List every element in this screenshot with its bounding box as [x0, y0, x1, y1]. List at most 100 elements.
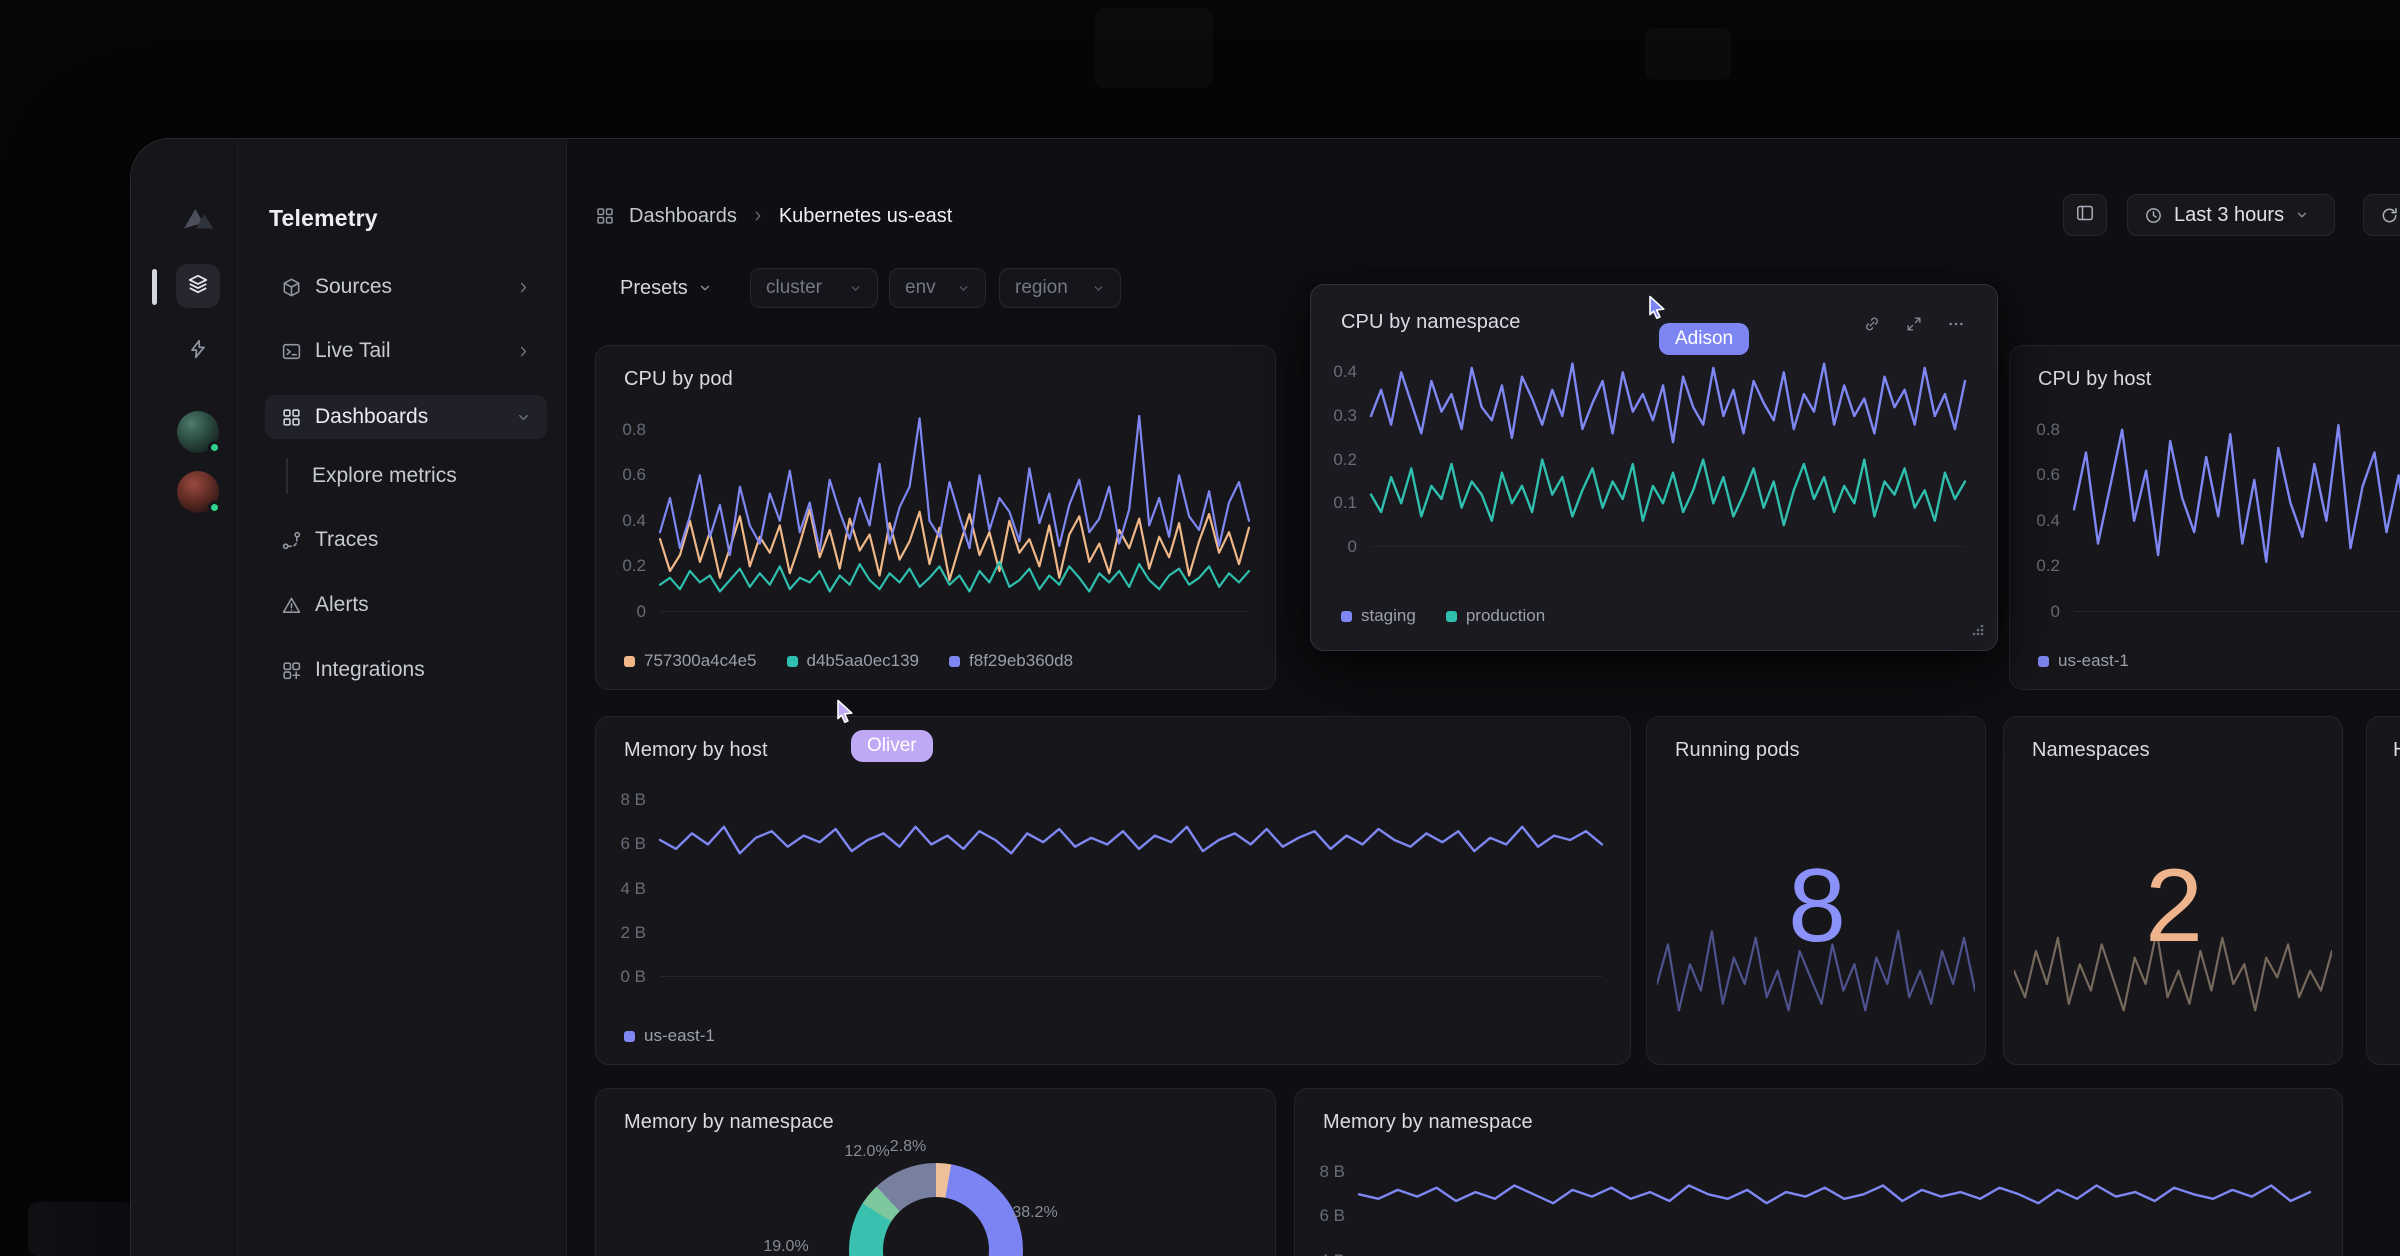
refresh-button[interactable]: [2363, 194, 2400, 236]
cpu-by-namespace-chart[interactable]: 0.40.30.20.10: [1371, 357, 1965, 547]
legend-item[interactable]: staging: [1341, 606, 1416, 626]
legend-item[interactable]: 757300a4c4e5: [624, 651, 757, 671]
cursor-arrow-icon: [838, 701, 852, 723]
panel-running-pods[interactable]: Running pods 8: [1646, 716, 1986, 1065]
panel-cpu-by-namespace-dragging[interactable]: CPU by namespace 0.40.30.20.10 staging pr…: [1310, 284, 1998, 651]
memory-by-host-chart[interactable]: 8 B6 B4 B2 B0 B: [660, 787, 1602, 977]
chevron-right-icon: [516, 280, 531, 295]
sidebar-item-sources[interactable]: Sources: [265, 265, 547, 309]
chevron-right-icon: [516, 344, 531, 359]
avatar-user-1[interactable]: [177, 411, 219, 453]
cursor-name-badge: Oliver: [851, 730, 933, 762]
cube-icon: [281, 277, 302, 298]
axis-tick-label: 0.4: [622, 511, 646, 531]
cpu-by-host-chart[interactable]: 0.80.60.40.20: [2074, 416, 2400, 612]
breadcrumb-current-page: Kubernetes us-east: [779, 205, 952, 228]
rail-sources-button[interactable]: [176, 264, 220, 308]
sidebar-item-explore-metrics[interactable]: Explore metrics: [265, 454, 547, 498]
presets-dropdown[interactable]: Presets: [620, 267, 712, 309]
legend-item[interactable]: us-east-1: [624, 1026, 715, 1046]
sidebar-item-traces[interactable]: Traces: [265, 518, 547, 562]
panel-title: Memory by namespace: [1323, 1111, 1533, 1134]
legend-item[interactable]: production: [1446, 606, 1545, 626]
donut-slice-label: 2.8%: [890, 1138, 926, 1156]
chevron-down-icon: [957, 282, 970, 295]
axis-tick-label: 2 B: [620, 923, 646, 943]
panel-title: CPU by pod: [624, 368, 733, 391]
axis-tick-label: 0.3: [1333, 406, 1357, 426]
chevron-down-icon: [2295, 208, 2309, 222]
background-window-ghost: [28, 1202, 138, 1256]
cpu-by-pod-legend[interactable]: 757300a4c4e5 d4b5aa0ec139 f8f29eb360d8: [624, 651, 1073, 671]
workspace-title: Telemetry: [269, 205, 378, 232]
panel-memory-by-host[interactable]: Memory by host 8 B6 B4 B2 B0 B us-east-1: [595, 716, 1631, 1065]
chip-label: cluster: [766, 277, 822, 299]
panel-cpu-by-host[interactable]: CPU by host 0.80.60.40.20 us-east-1: [2009, 345, 2400, 690]
panel-title: Running pods: [1675, 739, 1800, 762]
sidebar: Telemetry Sources Live Tail Dashboards: [131, 139, 567, 1256]
axis-tick-label: 0.1: [1333, 493, 1357, 513]
chevron-down-icon: [849, 282, 862, 295]
collaborator-cursor-adison: Adison: [1646, 294, 1674, 322]
axis-tick-label: 0: [2051, 602, 2060, 622]
memory-by-namespace-chart[interactable]: 8 B6 B4 B2 B0 B: [1359, 1159, 2310, 1256]
legend-item[interactable]: us-east-1: [2038, 651, 2129, 671]
legend-item[interactable]: f8f29eb360d8: [949, 651, 1073, 671]
panel-title: Namespaces: [2032, 739, 2150, 762]
terminal-icon: [281, 341, 302, 362]
axis-tick-label: 0.8: [622, 420, 646, 440]
memory-by-host-legend[interactable]: us-east-1: [624, 1026, 715, 1046]
time-range-label: Last 3 hours: [2174, 204, 2284, 227]
breadcrumb-dashboards-link[interactable]: Dashboards: [629, 205, 737, 228]
app-logo-icon: [180, 199, 218, 237]
axis-tick-label: 0.2: [1333, 450, 1357, 470]
filter-chip-cluster[interactable]: cluster: [750, 268, 878, 308]
refresh-icon: [2380, 206, 2399, 225]
resize-grip-icon[interactable]: [1971, 623, 1985, 642]
filter-chip-region[interactable]: region: [999, 268, 1121, 308]
panel-title: CPU by namespace: [1341, 311, 1520, 334]
axis-tick-label: 0.4: [2036, 511, 2060, 531]
axis-tick-label: 8 B: [1319, 1162, 1345, 1182]
alert-triangle-icon: [281, 595, 302, 616]
time-range-picker[interactable]: Last 3 hours: [2127, 194, 2335, 236]
panel-namespaces[interactable]: Namespaces 2: [2003, 716, 2343, 1065]
filter-chip-env[interactable]: env: [889, 268, 986, 308]
sidebar-item-live-tail[interactable]: Live Tail: [265, 329, 547, 373]
sidebar-item-alerts[interactable]: Alerts: [265, 583, 547, 627]
panels-button[interactable]: [2063, 194, 2107, 236]
cpu-by-namespace-legend[interactable]: staging production: [1341, 606, 1545, 626]
sidebar-item-integrations[interactable]: Integrations: [265, 648, 547, 692]
axis-tick-label: 8 B: [620, 790, 646, 810]
sidebar-item-label: Traces: [315, 528, 378, 552]
layers-icon: [187, 273, 209, 300]
axis-tick-label: 0.8: [2036, 420, 2060, 440]
dashboards-grid-icon: [595, 206, 615, 226]
axis-tick-label: 0: [637, 602, 646, 622]
rail-live-button[interactable]: [176, 329, 220, 373]
background-window-ghost: [1095, 8, 1213, 88]
panel-memory-by-namespace-donut[interactable]: Memory by namespace 12.0%2.8%38.2%19.0%: [595, 1088, 1276, 1256]
online-status-dot: [208, 441, 221, 454]
cursor-arrow-icon: [1650, 297, 1664, 319]
running-pods-value: 8: [1647, 847, 1985, 966]
cursor-name-badge: Adison: [1659, 323, 1749, 355]
panel-memory-by-namespace-line[interactable]: Memory by namespace 8 B6 B4 B2 B0 B: [1294, 1088, 2343, 1256]
panel-hosts[interactable]: Hosts: [2366, 716, 2400, 1065]
route-icon: [281, 530, 302, 551]
link-icon[interactable]: [1863, 315, 1881, 333]
cpu-by-host-legend[interactable]: us-east-1: [2038, 651, 2129, 671]
donut-hole: [883, 1197, 989, 1256]
legend-item[interactable]: d4b5aa0ec139: [787, 651, 920, 671]
axis-tick-label: 4 B: [1319, 1251, 1345, 1256]
avatar-user-2[interactable]: [177, 471, 219, 513]
sidebar-item-dashboards[interactable]: Dashboards: [265, 395, 547, 439]
expand-icon[interactable]: [1905, 315, 1923, 333]
axis-tick-label: 0 B: [620, 967, 646, 987]
cpu-by-pod-chart[interactable]: 0.80.60.40.20: [660, 416, 1249, 612]
more-options-icon[interactable]: [1947, 315, 1965, 333]
axis-tick-label: 0: [1348, 537, 1357, 557]
memory-by-namespace-donut[interactable]: [849, 1163, 1023, 1256]
panel-layout-icon: [2075, 203, 2095, 228]
panel-cpu-by-pod[interactable]: CPU by pod 0.80.60.40.20 757300a4c4e5 d4b…: [595, 345, 1276, 690]
